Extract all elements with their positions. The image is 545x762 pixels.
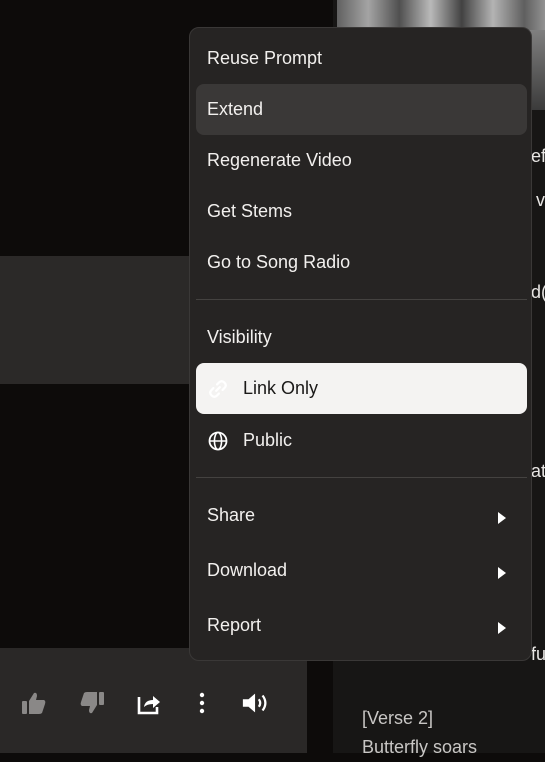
menu-item-report[interactable]: Report [196, 600, 527, 651]
visibility-heading: Visibility [196, 312, 527, 363]
menu-item-label: Share [207, 505, 256, 525]
chevron-right-icon [497, 619, 507, 640]
menu-item-label: Go to Song Radio [207, 252, 351, 272]
menu-item-download[interactable]: Download [196, 545, 527, 596]
lyrics: [Verse 2] Butterfly soars [362, 704, 477, 762]
peek-text: ef [531, 146, 545, 166]
menu-item-regenerate-video[interactable]: Regenerate Video [196, 135, 527, 186]
menu-item-label: Reuse Prompt [207, 48, 323, 68]
more-icon[interactable] [187, 688, 217, 718]
thumbs-up-icon[interactable] [19, 688, 49, 718]
song-context-menu: Reuse Prompt Extend Regenerate Video Get… [189, 27, 532, 661]
peek-text: atl [531, 461, 545, 481]
menu-item-reuse-prompt[interactable]: Reuse Prompt [196, 33, 527, 84]
volume-icon[interactable] [241, 688, 271, 718]
peek-text: d( [531, 282, 545, 302]
lyrics-line: Butterfly soars [362, 737, 478, 757]
visibility-option-label: Public [243, 430, 293, 450]
menu-item-label: Download [207, 560, 288, 580]
menu-item-go-to-song-radio[interactable]: Go to Song Radio [196, 237, 527, 288]
menu-item-label: Extend [207, 99, 264, 119]
share-icon[interactable] [134, 688, 164, 718]
peek-text: v [536, 190, 545, 210]
link-icon [207, 378, 229, 400]
menu-item-get-stems[interactable]: Get Stems [196, 186, 527, 237]
visibility-option-label: Link Only [243, 378, 319, 398]
thumbs-down-icon[interactable] [77, 688, 107, 718]
visibility-option-link-only[interactable]: Link Only [196, 363, 527, 414]
visibility-option-public[interactable]: Public [196, 415, 527, 466]
cover-art-image [337, 0, 545, 30]
lyrics-line: [Verse 2] [362, 708, 434, 728]
menu-item-extend[interactable]: Extend [196, 84, 527, 135]
menu-item-share[interactable]: Share [196, 490, 527, 541]
visibility-heading-label: Visibility [207, 327, 272, 347]
menu-divider [196, 299, 527, 300]
menu-divider [196, 477, 527, 478]
peek-text: fu [531, 644, 545, 664]
menu-item-label: Regenerate Video [207, 150, 352, 170]
menu-item-label: Get Stems [207, 201, 293, 221]
menu-item-label: Report [207, 615, 262, 635]
globe-icon [207, 430, 229, 452]
chevron-right-icon [497, 564, 507, 585]
chevron-right-icon [497, 509, 507, 530]
